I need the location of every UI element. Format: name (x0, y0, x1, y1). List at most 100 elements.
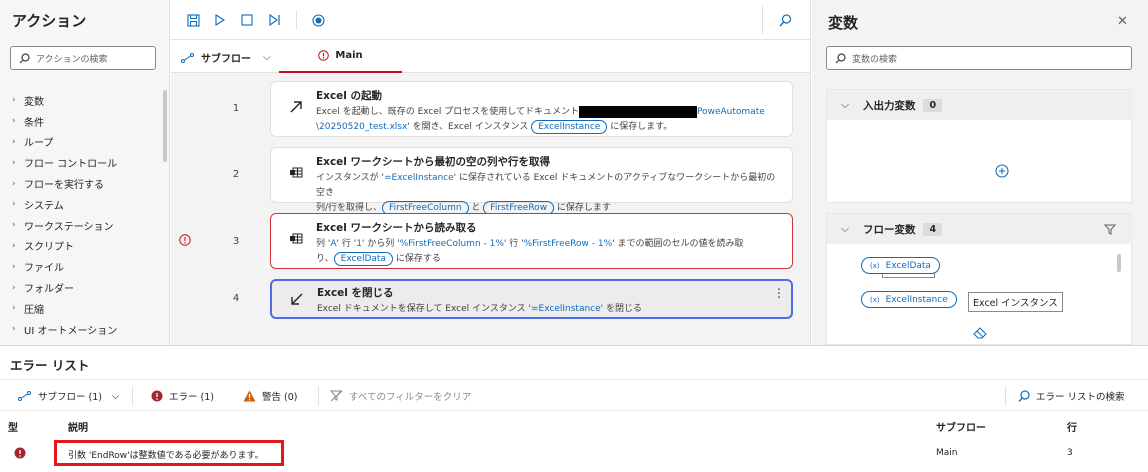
action-category-list: › 変数 › 条件 › ループ › フロー コントロール › フローを実行する › システム › ワークス… (0, 90, 169, 345)
action-step-launch-excel[interactable]: Excel の起動 Excel を起動し、既存の Excel プロセスを使用して… (270, 81, 793, 137)
action-category-item[interactable]: › 変数 (0, 90, 169, 111)
column-row[interactable]: 行 (1067, 419, 1077, 434)
warnings-filter-button[interactable]: 警告 (0) (243, 389, 297, 403)
search-icon[interactable] (776, 11, 794, 29)
error-list-header: 型 説明 サブフロー 行 (0, 414, 1148, 436)
step-text: ' 行 ' (503, 239, 524, 249)
io-variables-header[interactable]: ⌵ 入出力変数 0 (827, 90, 1133, 120)
step-text: Excel ドキュメントを保存して Excel インスタンス ' (317, 304, 531, 314)
step-text: に保存します。 (607, 122, 673, 132)
filter-icon[interactable] (1104, 224, 1116, 235)
errors-filter-button[interactable]: エラー (1) (151, 389, 214, 403)
action-category-item[interactable]: › 圧縮 (0, 298, 169, 319)
column-description[interactable]: 説明 (68, 419, 88, 434)
action-category-item[interactable]: › フォルダー (0, 277, 169, 298)
subflow-filter-dropdown[interactable]: サブフロー (1) ⌵ (18, 389, 119, 403)
chevron-down-icon: ⌵ (841, 98, 849, 111)
error-list-search-input[interactable]: エラー リストの検索 (1018, 389, 1125, 403)
step-title: Excel の起動 (316, 90, 383, 102)
action-category-label: ループ (24, 138, 54, 150)
variables-panel: 変数 ✕ 変数の検索 ⌵ 入出力変数 0 ⌵ フロー変数 4 0 行, 0 列 … (812, 0, 1148, 345)
action-category-label: 条件 (24, 117, 44, 129)
action-category-item[interactable]: › 条件 (0, 111, 169, 132)
actions-title: アクション (12, 12, 87, 30)
action-category-item[interactable]: › フロー コントロール (0, 152, 169, 173)
error-list-panel: エラー リスト サブフロー (1) ⌵ エラー (1) 警告 (0) すべてのフ… (0, 345, 1148, 472)
record-icon[interactable] (309, 11, 327, 29)
error-filled-icon (14, 447, 26, 459)
action-category-item[interactable]: › フローを実行する (0, 173, 169, 194)
subflow-filter-label: サブフロー (1) (38, 392, 102, 403)
subflow-dropdown[interactable]: サブフロー ⌵ (181, 50, 271, 65)
step-number: 1 (232, 103, 240, 114)
actions-scrollbar[interactable] (163, 90, 167, 162)
action-category-item[interactable]: › システム (0, 194, 169, 215)
variables-scrollbar[interactable] (1117, 254, 1121, 272)
clear-filters-button[interactable]: すべてのフィルターをクリア (330, 389, 471, 403)
chevron-right-icon: › (12, 282, 16, 293)
variables-title: 変数 (828, 14, 859, 32)
step-description: インスタンスが '=ExcelInstance' に保存されている Excel … (316, 171, 784, 216)
redacted-block (579, 105, 697, 118)
tab-main[interactable]: Main (279, 40, 402, 73)
step-text: Excel を起動し、既存の Excel プロセスを使用してドキュメント (316, 107, 579, 117)
variable-pill-excelinstance[interactable]: (x) ExcelInstance (861, 291, 957, 308)
warnings-filter-label: 警告 (0) (262, 392, 298, 403)
chevron-right-icon: › (12, 324, 16, 335)
chevron-right-icon: › (12, 157, 16, 168)
editor-toolbar (171, 0, 810, 40)
action-category-label: UI オートメーション (24, 325, 118, 337)
action-category-label: 変数 (24, 96, 44, 108)
flow-editor: サブフロー ⌵ Main 1 2 3 4 Excel の起動 Excel を起動… (171, 0, 811, 345)
run-icon[interactable] (211, 11, 229, 29)
io-variables-count: 0 (923, 98, 943, 112)
action-step-read-worksheet[interactable]: Excel ワークシートから読み取る 列 'A' 行 '1' から列 '%Fir… (270, 213, 793, 269)
action-category-item[interactable]: › ファイル (0, 256, 169, 277)
chevron-down-icon: ⌵ (263, 52, 271, 63)
action-step-close-excel[interactable]: Excel を閉じる Excel ドキュメントを保存して Excel インスタン… (270, 279, 793, 319)
action-category-label: 圧縮 (24, 304, 44, 316)
step-text: 列 ' (316, 239, 331, 249)
error-list-search-placeholder: エラー リストの検索 (1036, 392, 1125, 403)
action-category-label: フロー コントロール (24, 159, 118, 171)
tab-main-label: Main (335, 50, 363, 61)
actions-panel: アクション アクションの検索 › 変数 › 条件 › ループ › フロー コントロール › フロー… (0, 0, 170, 345)
chevron-right-icon: › (12, 95, 16, 106)
divider (132, 386, 133, 406)
variable-pill[interactable]: ExcelData (333, 252, 393, 266)
step-title: Excel ワークシートから最初の空の列や行を取得 (316, 156, 551, 168)
stop-icon[interactable] (238, 11, 256, 29)
actions-search-input[interactable]: アクションの検索 (10, 46, 156, 70)
variable-pill-exceldata[interactable]: (x) ExcelData (861, 257, 940, 274)
step-error-icon[interactable] (179, 234, 191, 246)
run-next-action-icon[interactable] (265, 11, 283, 29)
variables-search-input[interactable]: 変数の検索 (826, 46, 1132, 70)
action-category-label: スクリプト (24, 242, 74, 254)
close-icon[interactable]: ✕ (1117, 14, 1128, 29)
subflow-icon (18, 391, 31, 401)
flow-variables-header[interactable]: ⌵ フロー変数 4 (827, 214, 1133, 244)
column-subflow[interactable]: サブフロー (936, 419, 986, 434)
action-category-item[interactable]: › ループ (0, 132, 169, 153)
more-options-icon[interactable]: · · · (777, 284, 781, 305)
action-category-item[interactable]: › スクリプト (0, 236, 169, 257)
step-description: Excel を起動し、既存の Excel プロセスを使用してドキュメント Powe… (316, 105, 784, 135)
step-number: 4 (232, 293, 240, 304)
excel-grid-icon (290, 167, 303, 178)
chevron-down-icon: ⌵ (841, 222, 849, 235)
error-filled-icon (151, 390, 163, 402)
toolbar-divider (762, 6, 763, 34)
variable-icon: (x) (870, 261, 880, 270)
save-icon[interactable] (184, 11, 202, 29)
action-step-get-first-free[interactable]: Excel ワークシートから最初の空の列や行を取得 インスタンスが '=Exce… (270, 147, 793, 215)
eraser-icon[interactable] (973, 327, 987, 339)
step-text: =ExcelInstance (530, 304, 601, 314)
column-type[interactable]: 型 (8, 419, 18, 434)
arrow-down-left-icon (291, 293, 303, 305)
add-circle-icon[interactable] (995, 164, 1009, 178)
action-category-item[interactable]: › ワークステーション (0, 215, 169, 236)
editor-tabs: サブフロー ⌵ Main (171, 40, 810, 73)
variable-pill[interactable]: ExcelInstance (531, 120, 608, 134)
action-category-item[interactable]: › UI オートメーション (0, 319, 169, 340)
step-text: ' を開き、Excel インスタンス (407, 122, 532, 132)
